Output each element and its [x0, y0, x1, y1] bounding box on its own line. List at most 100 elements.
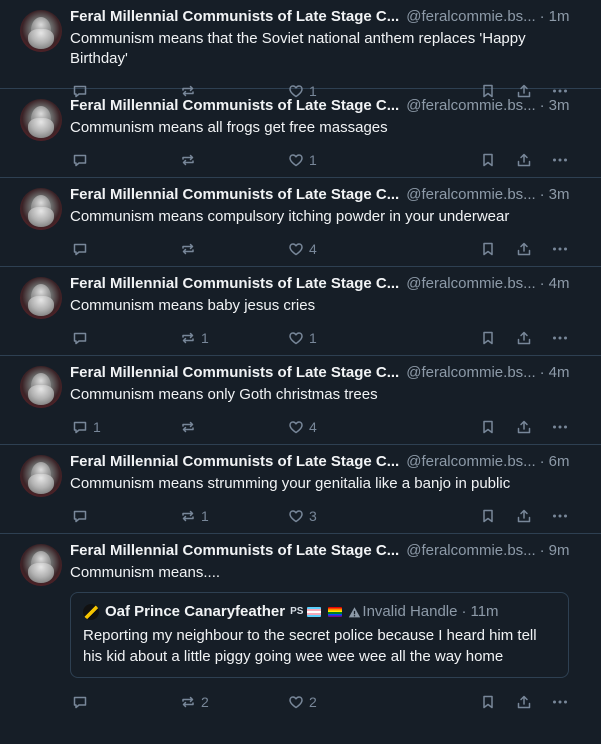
bookmark-button[interactable]	[480, 508, 516, 524]
avatar[interactable]	[20, 366, 62, 408]
trans-flag-icon	[307, 607, 322, 617]
like-button[interactable]: 1	[288, 330, 480, 346]
heart-icon	[289, 510, 303, 523]
speech-bubble-icon	[73, 243, 87, 256]
post[interactable]: Feral Millennial Communists of Late Stag…	[0, 178, 601, 267]
ellipsis-icon	[553, 158, 567, 162]
post-text: Communism means baby jesus cries	[70, 297, 316, 314]
like-button[interactable]: 2	[288, 694, 480, 710]
post-text: Communism means only Goth christmas tree…	[70, 386, 378, 403]
more-options-button[interactable]	[552, 152, 572, 168]
share-icon	[517, 242, 531, 256]
avatar[interactable]	[20, 277, 62, 319]
author-name[interactable]: Feral Millennial Communists of Late Stag…	[70, 185, 399, 205]
post[interactable]: Feral Millennial Communists of Late Stag…	[0, 89, 601, 178]
repost-button[interactable]	[180, 152, 288, 168]
more-options-button[interactable]	[552, 508, 572, 524]
repost-button[interactable]	[180, 419, 288, 435]
like-button[interactable]: 3	[288, 508, 480, 524]
avatar[interactable]	[20, 10, 62, 52]
post-text: Communism means compulsory itching powde…	[70, 208, 510, 225]
speech-bubble-icon	[73, 421, 87, 434]
repost-count: 2	[201, 694, 209, 710]
author-name[interactable]: Feral Millennial Communists of Late Stag…	[70, 363, 399, 383]
reply-button[interactable]: 1	[72, 419, 180, 435]
post[interactable]: Feral Millennial Communists of Late Stag…	[0, 534, 601, 744]
ellipsis-icon	[553, 700, 567, 704]
share-button[interactable]	[516, 330, 552, 346]
author-name[interactable]: Feral Millennial Communists of Late Stag…	[70, 452, 399, 472]
post-text: Communism means that the Soviet national…	[70, 30, 526, 67]
bookmark-button[interactable]	[480, 330, 516, 346]
like-button[interactable]: 1	[288, 152, 480, 168]
more-options-button[interactable]	[552, 419, 572, 435]
post[interactable]: Feral Millennial Communists of Late Stag…	[0, 267, 601, 356]
separator-dot: ·	[461, 603, 467, 620]
repost-button[interactable]: 1	[180, 330, 288, 346]
more-options-button[interactable]	[552, 694, 572, 710]
more-options-button[interactable]	[552, 330, 572, 346]
avatar[interactable]	[20, 188, 62, 230]
speech-bubble-icon	[73, 154, 87, 167]
author-handle[interactable]: @feralcommie.bs...	[406, 541, 535, 561]
share-button[interactable]	[516, 152, 552, 168]
quoted-post-text: Reporting my neighbour to the secret pol…	[83, 627, 537, 665]
share-icon	[517, 509, 531, 523]
share-button[interactable]	[516, 241, 552, 257]
separator-dot: ·	[539, 275, 545, 292]
quoted-author-name[interactable]: Oaf Prince Canaryfeather	[105, 602, 285, 622]
author-handle[interactable]: @feralcommie.bs...	[406, 185, 535, 205]
bookmark-button[interactable]	[480, 152, 516, 168]
author-handle[interactable]: @feralcommie.bs...	[406, 7, 535, 27]
share-button[interactable]	[516, 508, 552, 524]
bookmark-button[interactable]	[480, 241, 516, 257]
avatar[interactable]	[20, 455, 62, 497]
post[interactable]: Feral Millennial Communists of Late Stag…	[0, 356, 601, 445]
reply-button[interactable]	[72, 241, 180, 257]
author-name[interactable]: Feral Millennial Communists of Late Stag…	[70, 96, 399, 116]
like-button[interactable]: 4	[288, 419, 480, 435]
bookmark-button[interactable]	[480, 419, 516, 435]
reply-button[interactable]	[72, 152, 180, 168]
like-count: 4	[309, 241, 317, 257]
timestamp[interactable]: 4m	[549, 274, 570, 294]
quoted-post[interactable]: Oaf Prince Canaryfeather PS Invalid Hand…	[70, 592, 569, 678]
timestamp[interactable]: 4m	[549, 363, 570, 383]
post-actions: 1 4	[72, 409, 585, 445]
avatar[interactable]	[20, 99, 62, 141]
author-name[interactable]: Feral Millennial Communists of Late Stag…	[70, 541, 399, 561]
reply-button[interactable]	[72, 694, 180, 710]
timestamp[interactable]: 1m	[549, 7, 570, 27]
repost-button[interactable]	[180, 241, 288, 257]
timestamp[interactable]: 9m	[549, 541, 570, 561]
avatar[interactable]	[20, 544, 62, 586]
share-button[interactable]	[516, 419, 552, 435]
like-count: 1	[309, 330, 317, 346]
post[interactable]: Feral Millennial Communists of Late Stag…	[0, 445, 601, 534]
author-handle[interactable]: @feralcommie.bs...	[406, 96, 535, 116]
post[interactable]: Feral Millennial Communists of Late Stag…	[0, 0, 601, 99]
reply-button[interactable]	[72, 330, 180, 346]
like-button[interactable]: 4	[288, 241, 480, 257]
author-handle[interactable]: @feralcommie.bs...	[406, 363, 535, 383]
reply-button[interactable]	[72, 508, 180, 524]
like-count: 3	[309, 508, 317, 524]
bookmark-button[interactable]	[480, 694, 516, 710]
timestamp[interactable]: 3m	[549, 185, 570, 205]
repost-button[interactable]: 2	[180, 694, 288, 710]
more-options-button[interactable]	[552, 241, 572, 257]
share-button[interactable]	[516, 694, 552, 710]
timestamp[interactable]: 6m	[549, 452, 570, 472]
author-name[interactable]: Feral Millennial Communists of Late Stag…	[70, 274, 399, 294]
author-handle[interactable]: @feralcommie.bs...	[406, 452, 535, 472]
post-actions: 2 2	[72, 684, 585, 720]
quoted-avatar[interactable]	[83, 604, 99, 620]
author-name[interactable]: Feral Millennial Communists of Late Stag…	[70, 7, 399, 27]
author-handle[interactable]: @feralcommie.bs...	[406, 274, 535, 294]
speech-bubble-icon	[73, 510, 87, 523]
timestamp[interactable]: 3m	[549, 96, 570, 116]
repost-button[interactable]: 1	[180, 508, 288, 524]
like-count: 4	[309, 419, 317, 435]
post-header: Feral Millennial Communists of Late Stag…	[70, 452, 585, 474]
quoted-timestamp: 11m	[470, 603, 499, 620]
